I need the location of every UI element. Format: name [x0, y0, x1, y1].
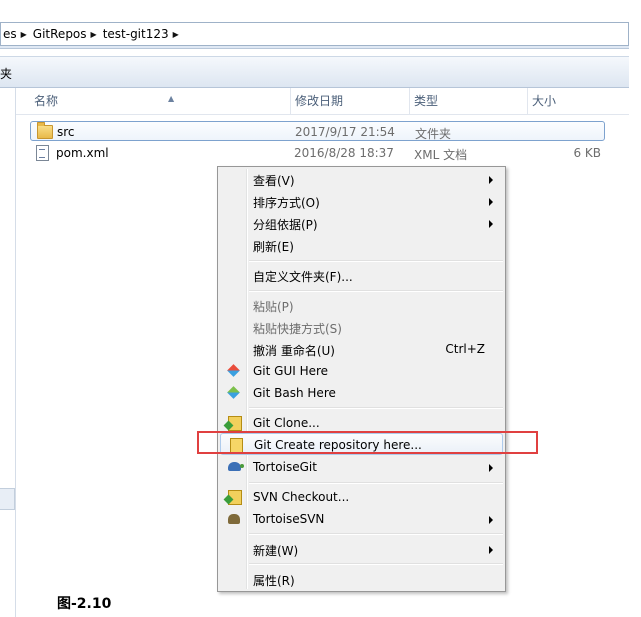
file-size: 6 KB [573, 146, 601, 160]
submenu-arrow-icon [489, 516, 493, 524]
submenu-arrow-icon [489, 220, 493, 228]
menu-item-label: 属性(R) [253, 574, 295, 588]
menu-item-label: 刷新(E) [253, 240, 294, 254]
column-header-row: 名称 ▲ 修改日期 类型 大小 [16, 88, 629, 115]
column-header-label: 类型 [414, 94, 439, 108]
menu-item-tortoisegit[interactable]: TortoiseGit [220, 456, 503, 478]
file-type: 文件夹 [415, 127, 452, 141]
menu-item-label: Git GUI Here [253, 364, 329, 378]
column-header-label: 修改日期 [295, 94, 344, 108]
menu-separator [249, 563, 503, 565]
breadcrumb[interactable]: es ▶ GitRepos ▶ test-git123 ▶ [0, 22, 629, 46]
tortoisesvn-icon [226, 511, 242, 527]
toolbar-new-folder-label[interactable]: 夹 [0, 65, 12, 82]
sort-ascending-icon: ▲ [168, 94, 175, 103]
context-menu: 查看(V) 排序方式(O) 分组依据(P) 刷新(E) 自定义文件夹(F)...… [217, 166, 506, 592]
menu-separator [249, 533, 503, 535]
column-header-modified[interactable]: 修改日期 [291, 88, 410, 114]
chevron-right-icon[interactable]: ▶ [21, 30, 27, 39]
menu-separator [249, 482, 503, 484]
folder-icon [37, 122, 53, 139]
git-gui-icon [226, 363, 242, 379]
breadcrumb-item[interactable]: es [3, 27, 17, 41]
breadcrumb-item[interactable]: test-git123 [103, 27, 169, 41]
git-bash-icon [226, 385, 242, 401]
file-name: src [57, 125, 75, 139]
menu-item-new[interactable]: 新建(W) [220, 538, 503, 560]
menu-item-label: TortoiseGit [253, 460, 317, 474]
xml-file-icon [36, 145, 49, 161]
menu-item-label: 新建(W) [253, 544, 299, 558]
svn-checkout-icon [226, 489, 242, 505]
file-modified: 2016/8/28 18:37 [294, 146, 394, 160]
git-clone-icon [226, 415, 242, 431]
column-header-type[interactable]: 类型 [410, 88, 528, 114]
menu-item-label: 排序方式(O) [253, 196, 320, 210]
menu-item-label: Git Clone... [253, 416, 320, 430]
menu-item-label: TortoiseSVN [253, 512, 325, 526]
menu-item-refresh[interactable]: 刷新(E) [220, 234, 503, 256]
file-modified: 2017/9/17 21:54 [295, 125, 395, 139]
menu-item-label: 粘贴快捷方式(S) [253, 322, 342, 336]
column-header-name[interactable]: 名称 ▲ [30, 88, 291, 114]
menu-item-git-gui[interactable]: Git GUI Here [220, 360, 503, 382]
menu-item-label: 分组依据(P) [253, 218, 318, 232]
menu-item-label: 撤消 重命名(U) [253, 344, 335, 358]
menu-item-tortoisesvn[interactable]: TortoiseSVN [220, 508, 503, 530]
menu-item-label: 查看(V) [253, 174, 295, 188]
menu-separator [249, 290, 503, 292]
annotation-highlight-box [197, 431, 538, 454]
submenu-arrow-icon [489, 198, 493, 206]
column-header-size[interactable]: 大小 [528, 88, 629, 114]
column-header-label: 大小 [532, 94, 557, 108]
file-row[interactable]: src 2017/9/17 21:54 文件夹 [30, 121, 605, 141]
submenu-arrow-icon [489, 546, 493, 554]
tortoisegit-icon [226, 459, 244, 475]
menu-item-shortcut: Ctrl+Z [445, 342, 485, 356]
menu-separator [249, 260, 503, 262]
menu-item-label: Git Bash Here [253, 386, 336, 400]
column-header-label: 名称 [34, 94, 59, 108]
chevron-right-icon[interactable]: ▶ [173, 30, 179, 39]
menu-item-view[interactable]: 查看(V) [220, 168, 503, 190]
figure-caption: 图-2.10 [57, 596, 112, 612]
chevron-right-icon[interactable]: ▶ [91, 30, 97, 39]
menu-item-git-bash[interactable]: Git Bash Here [220, 382, 503, 404]
menu-item-svn-checkout[interactable]: SVN Checkout... [220, 486, 503, 508]
menu-item-label: 粘贴(P) [253, 300, 294, 314]
file-type: XML 文档 [414, 148, 468, 162]
menu-item-undo-rename[interactable]: 撤消 重命名(U) Ctrl+Z [220, 338, 503, 360]
address-bar: es ▶ GitRepos ▶ test-git123 ▶ [0, 22, 629, 49]
menu-item-properties[interactable]: 属性(R) [220, 568, 503, 590]
menu-item-sort[interactable]: 排序方式(O) [220, 190, 503, 212]
navigation-pane [0, 88, 16, 617]
menu-separator [249, 407, 503, 409]
menu-item-group[interactable]: 分组依据(P) [220, 212, 503, 234]
menu-item-label: SVN Checkout... [253, 490, 350, 504]
menu-item-label: 自定义文件夹(F)... [253, 270, 353, 284]
file-row[interactable]: pom.xml 2016/8/28 18:37 XML 文档 6 KB [30, 143, 605, 163]
submenu-arrow-icon [489, 464, 493, 472]
submenu-arrow-icon [489, 176, 493, 184]
menu-item-paste: 粘贴(P) [220, 294, 503, 316]
file-name: pom.xml [56, 146, 109, 160]
breadcrumb-item[interactable]: GitRepos [33, 27, 87, 41]
menu-item-customize-folder[interactable]: 自定义文件夹(F)... [220, 264, 503, 286]
menu-item-paste-shortcut: 粘贴快捷方式(S) [220, 316, 503, 338]
navigation-pane-item[interactable] [0, 488, 15, 510]
toolbar: 夹 [0, 56, 629, 88]
